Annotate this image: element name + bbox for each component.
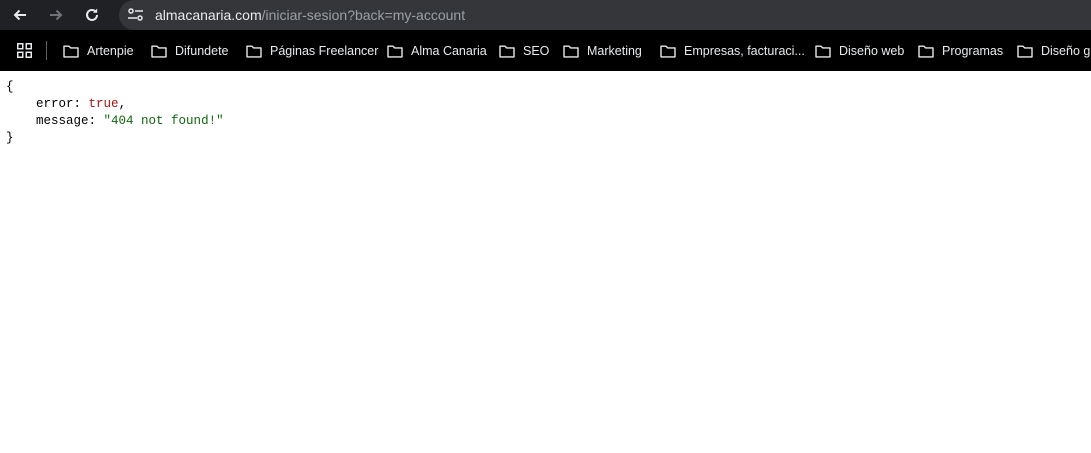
reload-icon: [86, 8, 98, 21]
bookmark-label: Marketing: [587, 44, 642, 58]
bookmark-folder-alma-canaria[interactable]: Alma Canaria: [387, 42, 487, 60]
bookmark-folder-diseno-g[interactable]: Diseño g: [1017, 42, 1090, 60]
folder-icon: [815, 45, 831, 58]
bookmark-folder-programas[interactable]: Programas: [918, 42, 1003, 60]
json-key: error: [36, 97, 74, 111]
bookmark-folder-empresas[interactable]: Empresas, facturaci...: [660, 42, 805, 60]
json-line-message: message: "404 not found!": [36, 114, 224, 128]
folder-icon: [918, 45, 934, 58]
bookmark-label: Artenpie: [87, 44, 134, 58]
bookmark-label: Diseño web: [839, 44, 905, 58]
folder-icon: [151, 45, 167, 58]
json-value: true: [88, 97, 119, 111]
json-line-error: error: true,: [36, 97, 127, 111]
bookmark-folder-artenpie[interactable]: Artenpie: [63, 42, 134, 60]
forward-button[interactable]: [44, 3, 68, 27]
apps-grid-icon[interactable]: [17, 43, 32, 58]
bookmark-label: Programas: [942, 44, 1004, 58]
folder-icon: [387, 45, 403, 58]
folder-icon: [246, 45, 262, 58]
json-key: message: [36, 114, 89, 128]
json-response: { error: true, message: "404 not found!"…: [6, 79, 224, 147]
arrow-left-icon: [13, 9, 26, 21]
folder-icon: [63, 45, 79, 58]
json-open-brace: {: [6, 80, 14, 94]
bookmarks-separator: [46, 41, 47, 60]
bookmark-label: SEO: [523, 44, 550, 58]
folder-icon: [499, 45, 515, 58]
address-bar[interactable]: almacanaria.com/iniciar-sesion?back=my-a…: [119, 0, 1091, 30]
url-text[interactable]: almacanaria.com/iniciar-sesion?back=my-a…: [155, 6, 465, 24]
folder-icon: [660, 45, 676, 58]
bookmark-label: Diseño g: [1041, 44, 1091, 58]
bookmark-label: Alma Canaria: [411, 44, 487, 58]
json-close-brace: }: [6, 131, 14, 145]
bookmark-folder-difundete[interactable]: Difundete: [151, 42, 229, 60]
bookmark-folder-diseno-web[interactable]: Diseño web: [815, 42, 904, 60]
json-value: "404 not found!": [103, 114, 224, 128]
json-punct: ,: [118, 97, 127, 111]
reload-button[interactable]: [80, 3, 104, 27]
url-host: almacanaria.com: [155, 7, 262, 23]
bookmark-label: Empresas, facturaci...: [684, 44, 805, 58]
folder-icon: [563, 45, 579, 58]
bookmark-folder-paginas-freelancer[interactable]: Páginas Freelancer: [246, 42, 378, 60]
bookmark-label: Difundete: [175, 44, 229, 58]
bookmarks-bar: Artenpie Difundete Páginas Freelancer Al…: [0, 30, 1091, 71]
folder-icon: [1017, 45, 1033, 58]
bookmark-folder-marketing[interactable]: Marketing: [563, 42, 642, 60]
bookmark-folder-seo[interactable]: SEO: [499, 42, 549, 60]
browser-toolbar: almacanaria.com/iniciar-sesion?back=my-a…: [0, 0, 1091, 30]
url-path: /iniciar-sesion?back=my-account: [261, 7, 466, 23]
back-button[interactable]: [8, 3, 32, 27]
bookmark-label: Páginas Freelancer: [270, 44, 379, 58]
arrow-right-icon: [50, 9, 63, 21]
tune-icon[interactable]: [127, 6, 145, 24]
